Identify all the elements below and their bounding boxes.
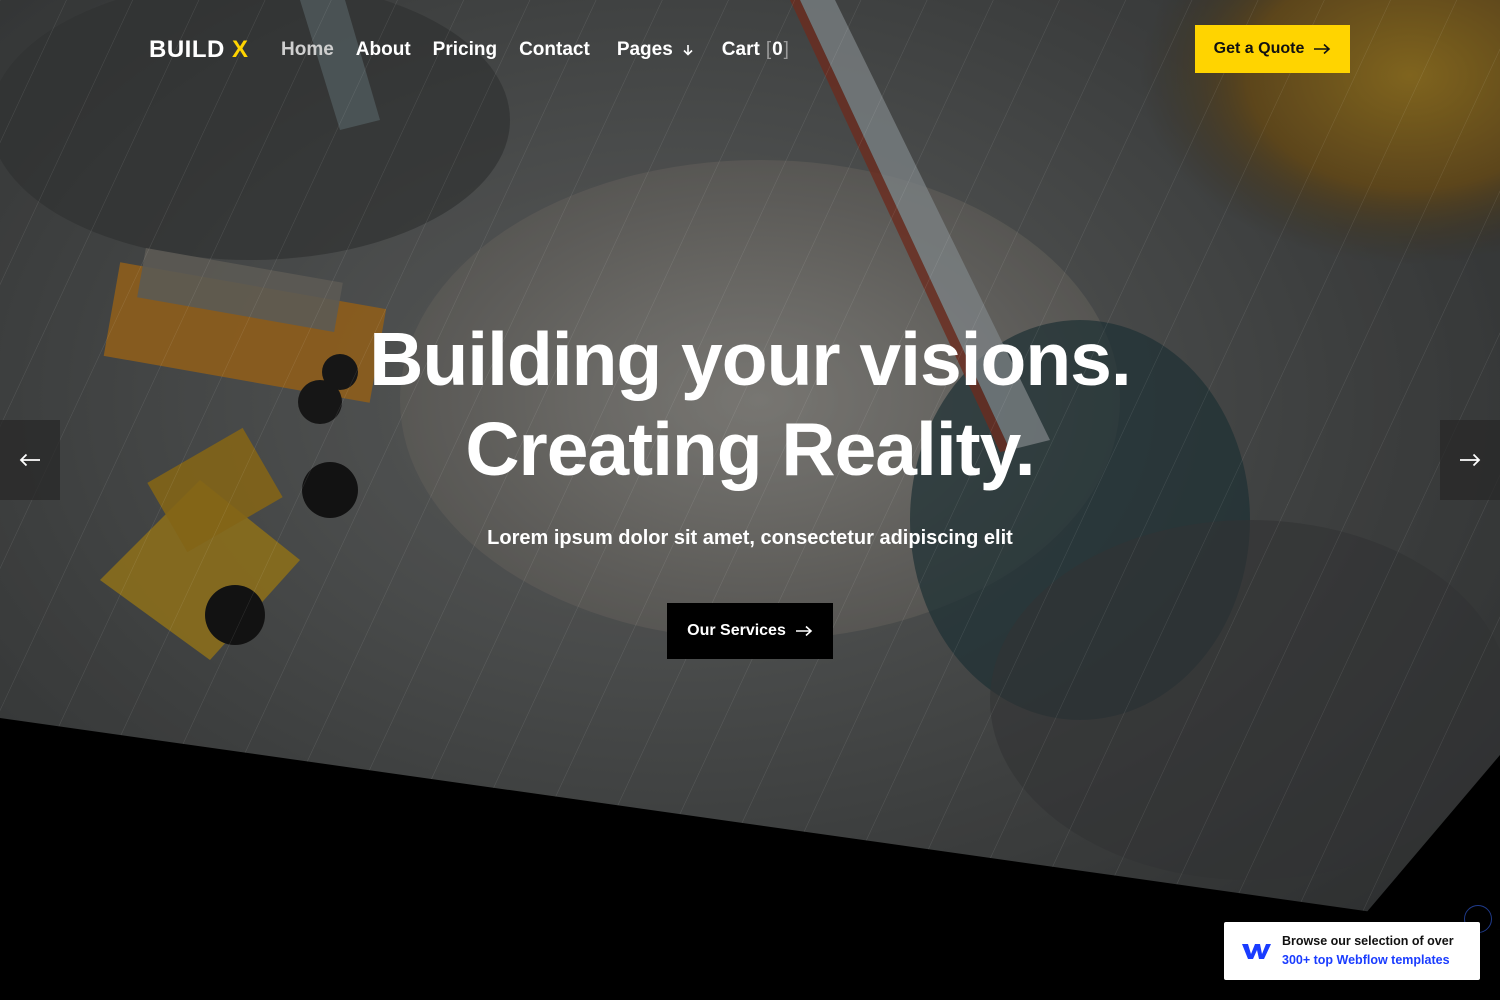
nav-item-pages-dropdown[interactable]: Pages <box>617 38 694 62</box>
cart-button[interactable]: Cart [ 0 ] <box>722 38 789 62</box>
our-services-label: Our Services <box>687 622 786 639</box>
our-services-button[interactable]: Our Services <box>667 603 833 659</box>
hero-section: BUILD X Home About Pricing Contact Pages… <box>0 0 1500 1000</box>
webflow-badge-line-2: 300+ top Webflow templates <box>1282 953 1450 967</box>
get-a-quote-button[interactable]: Get a Quote <box>1195 25 1350 73</box>
arrow-right-icon <box>1460 453 1481 467</box>
get-a-quote-label: Get a Quote <box>1213 40 1305 57</box>
hero-background-image <box>0 0 1500 1000</box>
brand-name: BUILD <box>149 36 225 63</box>
brand-mark: X <box>232 36 249 63</box>
arrow-left-icon <box>19 453 40 467</box>
arrow-right-icon <box>1314 43 1331 55</box>
cart-count: 0 <box>772 39 783 60</box>
cart-label: Cart <box>721 39 760 60</box>
slider-next-button[interactable] <box>1440 420 1500 500</box>
hero-subtitle: Lorem ipsum dolor sit amet, consectetur … <box>487 527 1013 549</box>
nav-item-about[interactable]: About <box>356 38 411 62</box>
webflow-logo-icon <box>1242 944 1271 959</box>
top-navigation: BUILD X Home About Pricing Contact Pages… <box>0 0 1500 100</box>
hero-title: Building your visions. Creating Reality. <box>0 314 1500 494</box>
cart-bracket-close: ] <box>783 39 789 60</box>
cart-bracket-open: [ <box>765 39 772 60</box>
webflow-badge-text: Browse our selection of over 300+ top We… <box>1282 932 1454 970</box>
nav-item-home[interactable]: Home <box>281 38 334 62</box>
chevron-down-icon <box>683 45 693 56</box>
nav-item-contact[interactable]: Contact <box>519 38 590 62</box>
hero-title-line-2: Creating Reality. <box>465 407 1035 491</box>
main-menu: Home About Pricing Contact Pages Cart [ … <box>281 38 789 62</box>
nav-item-pricing[interactable]: Pricing <box>433 38 497 62</box>
hero-title-line-1: Building your visions. <box>369 317 1131 401</box>
nav-item-pages-label: Pages <box>616 39 673 60</box>
arrow-right-icon <box>795 625 813 637</box>
webflow-badge-line-1: Browse our selection of over <box>1282 934 1454 948</box>
slider-prev-button[interactable] <box>0 420 60 500</box>
brand-logo[interactable]: BUILD X <box>149 36 249 64</box>
webflow-templates-badge[interactable]: Browse our selection of over 300+ top We… <box>1224 922 1480 980</box>
